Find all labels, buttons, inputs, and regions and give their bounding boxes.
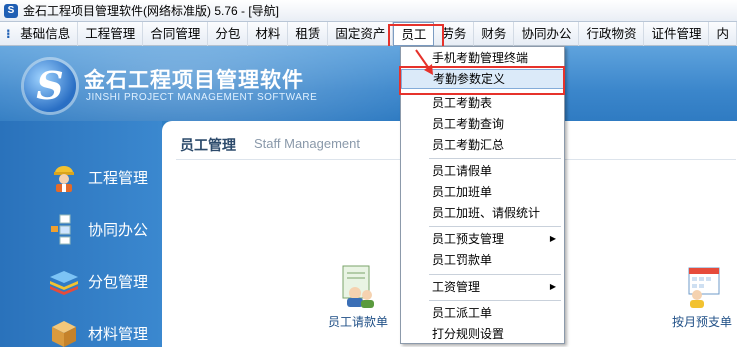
menu-bar: ⁝ 基础信息 工程管理 合同管理 分包 材料 租赁 固定资产 员工 劳务 财务 … <box>0 21 737 46</box>
panel-title-en: Staff Management <box>254 136 360 151</box>
menu-fixed-assets[interactable]: 固定资产 <box>328 21 394 46</box>
menu-basic-info[interactable]: 基础信息 <box>13 21 79 46</box>
calendar-users-icon <box>679 263 725 309</box>
left-nav: 工程管理 协同办公 分包管理 材料管理 <box>0 121 162 347</box>
tile-label: 按月预支单 <box>672 315 733 329</box>
menu-finance[interactable]: 财务 <box>474 21 515 46</box>
menu-item-advance-management[interactable]: 员工预支管理 ▶ <box>401 229 564 249</box>
menu-item-dispatch[interactable]: 员工派工单 <box>401 303 564 323</box>
menu-separator <box>429 274 561 275</box>
nav-label: 分包管理 <box>88 273 149 291</box>
nav-label: 材料管理 <box>88 325 149 343</box>
tile-monthly-advance[interactable]: 按月预支单 <box>672 263 732 330</box>
brand-subtitle: JINSHI PROJECT MANAGEMENT SOFTWARE <box>86 92 318 103</box>
worker-icon <box>48 161 80 193</box>
menu-lease[interactable]: 租赁 <box>288 21 329 46</box>
layers-icon <box>48 265 80 297</box>
menu-separator <box>429 226 561 227</box>
banner: S 金石工程项目管理软件 JINSHI PROJECT MANAGEMENT S… <box>0 46 737 121</box>
menu-item-overtime-leave-stats[interactable]: 员工加班、请假统计 <box>401 203 564 223</box>
tile-label: 员工请款单 <box>328 315 389 329</box>
menu-app-icon: ⁝ <box>6 26 11 41</box>
dropdown-highlight-box <box>399 66 565 95</box>
menu-admin-supplies[interactable]: 行政物资 <box>579 21 645 46</box>
title-bar: S 金石工程项目管理软件(网络标准版) 5.76 - [导航] <box>0 0 737 22</box>
menu-item-overtime[interactable]: 员工加班单 <box>401 182 564 202</box>
menu-item-attendance-sheet[interactable]: 员工考勤表 <box>401 93 564 113</box>
app-logo-icon: S <box>4 3 18 18</box>
menu-item-attendance-query[interactable]: 员工考勤查询 <box>401 114 564 134</box>
menu-separator <box>429 158 561 159</box>
menu-item-attendance-summary[interactable]: 员工考勤汇总 <box>401 135 564 155</box>
menu-certificates[interactable]: 证件管理 <box>644 21 710 46</box>
box-icon <box>48 317 80 347</box>
menu-project[interactable]: 工程管理 <box>78 21 144 46</box>
menu-item-label: 员工预支管理 <box>432 232 505 246</box>
menu-item-label: 工资管理 <box>432 280 481 294</box>
nav-item-material[interactable]: 材料管理 <box>48 317 148 347</box>
menu-collab[interactable]: 协同办公 <box>514 21 580 46</box>
brand-logo-icon: S <box>24 60 76 112</box>
menu-item-leave-request[interactable]: 员工请假单 <box>401 161 564 181</box>
window-title: 金石工程项目管理软件(网络标准版) 5.76 - [导航] <box>23 4 280 18</box>
menu-item-mobile-attendance[interactable]: 手机考勤管理终端 <box>401 48 564 68</box>
nav-label: 协同办公 <box>88 221 149 239</box>
menu-subcontract[interactable]: 分包 <box>208 21 249 46</box>
nav-item-subcontract[interactable]: 分包管理 <box>48 265 148 297</box>
tile-staff-payment-request[interactable]: 员工请款单 <box>328 263 388 330</box>
menu-material[interactable]: 材料 <box>248 21 289 46</box>
menu-internal[interactable]: 内 <box>709 21 737 46</box>
nav-item-project[interactable]: 工程管理 <box>48 161 148 193</box>
submenu-arrow-icon: ▶ <box>549 234 556 243</box>
menu-highlight-box <box>388 24 444 48</box>
panel-title: 员工管理 <box>180 137 236 153</box>
menu-contract[interactable]: 合同管理 <box>143 21 209 46</box>
menu-item-salary[interactable]: 工资管理 ▶ <box>401 277 564 297</box>
users-document-icon <box>335 263 381 309</box>
brand-title: 金石工程项目管理软件 <box>84 69 304 92</box>
org-chart-icon <box>48 213 80 245</box>
menu-item-fine[interactable]: 员工罚款单 <box>401 250 564 270</box>
nav-item-collab[interactable]: 协同办公 <box>48 213 148 245</box>
nav-label: 工程管理 <box>88 169 149 187</box>
menu-separator <box>429 300 561 301</box>
menu-item-scoring-rules[interactable]: 打分规则设置 <box>401 324 564 344</box>
submenu-arrow-icon: ▶ <box>549 282 556 291</box>
